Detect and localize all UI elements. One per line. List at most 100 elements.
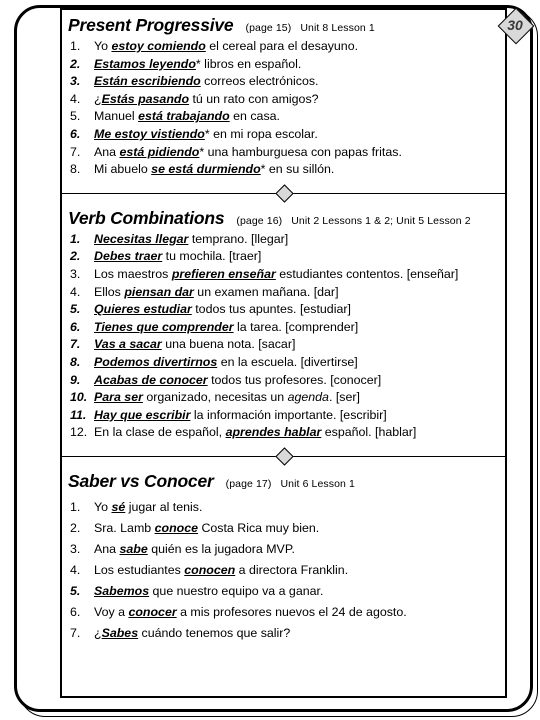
item-text: Los maestros prefieren enseñar estudiant… — [94, 266, 499, 284]
verb-phrase: conocer — [128, 604, 177, 619]
section-divider — [62, 447, 505, 466]
item-text: Vas a sacar una buena nota. [sacar] — [94, 336, 499, 354]
verb-phrase: está trabajando — [138, 109, 230, 124]
verb-phrase: Estamos leyendo — [94, 56, 196, 71]
item-post: Costa Rica muy bien. — [198, 520, 320, 535]
exercise-list: 1. Yo estoy comiendo el cereal para el de… — [68, 38, 499, 179]
list-item: 9. Acabas de conocer todos tus profesores… — [68, 372, 499, 390]
list-item: 2. Estamos leyendo* libros en español. — [68, 56, 499, 74]
verb-phrase: estoy comiendo — [111, 39, 206, 53]
item-post: quién es la jugadora MVP. — [147, 541, 295, 556]
item-number: 3. — [70, 74, 81, 89]
list-item: 4. Ellos piensan dar un examen mañana. [d… — [68, 284, 499, 302]
item-number: 7. — [70, 144, 81, 159]
verb-phrase: Acabas de conocer — [94, 372, 208, 387]
item-post: español. [hablar] — [321, 425, 417, 440]
item-post: * en mi ropa escolar. — [204, 126, 318, 141]
item-number: 4. — [70, 562, 81, 577]
page-number: 30 — [507, 17, 523, 33]
verb-phrase: Vas a sacar — [94, 337, 162, 352]
item-post: que nuestro equipo va a ganar. — [149, 583, 324, 598]
section-title: Saber vs Conocer — [68, 470, 214, 491]
verb-phrase: Están escribiendo — [94, 74, 201, 89]
item-number: 4. — [70, 91, 81, 106]
item-post: * libros en español. — [195, 56, 302, 71]
item-post: a directora Franklin. — [235, 562, 349, 577]
item-post: * una hamburguesa con papas fritas. — [199, 144, 402, 159]
item-pre: Los maestros — [94, 266, 172, 281]
list-item: 5. Quieres estudiar todos tus apuntes. [e… — [68, 301, 499, 319]
list-item: 6. Voy a conocer a mis profesores nuevos … — [68, 602, 499, 623]
item-number: 2. — [70, 56, 81, 71]
list-item: 3. Los maestros prefieren enseñar estudia… — [68, 266, 499, 284]
item-text: Ellos piensan dar un examen mañana. [dar… — [94, 284, 499, 302]
verb-phrase: prefieren enseñar — [171, 266, 276, 281]
item-pre: Yo — [94, 39, 112, 53]
verb-phrase: Quieres estudiar — [94, 302, 192, 317]
verb-phrase: aprendes hablar — [225, 425, 322, 440]
section-verb-combinations: Verb Combinations (page 16) Unit 2 Lesson… — [62, 203, 505, 444]
verb-phrase: se está durmiendo — [151, 162, 261, 177]
item-post: tu mochila. [traer] — [162, 249, 262, 264]
item-pre: Manuel — [94, 109, 139, 124]
item-number: 5. — [70, 583, 81, 598]
item-number: 6. — [70, 126, 81, 141]
item-number: 4. — [70, 284, 81, 299]
list-item: 1. Necesitas llegar temprano. [llegar] — [68, 231, 499, 249]
item-number: 1. — [70, 499, 81, 514]
item-post: correos electrónicos. — [200, 74, 319, 89]
item-text: Quieres estudiar todos tus apuntes. [est… — [94, 301, 499, 319]
item-number: 6. — [70, 604, 81, 619]
verb-phrase: Necesitas llegar — [94, 231, 189, 246]
item-post: * en su sillón. — [260, 162, 335, 177]
item-text: Podemos divertirnos en la escuela. [dive… — [94, 354, 499, 372]
section-header: Present Progressive (page 15) Unit 8 Less… — [68, 15, 499, 36]
verb-phrase: Tienes que comprender — [94, 319, 234, 334]
section-meta-unit: Unit 2 Lessons 1 & 2; Unit 5 Lesson 2 — [291, 214, 471, 227]
item-post: en la escuela. [divertirse] — [217, 354, 358, 369]
item-text: Sabemos que nuestro equipo va a ganar. — [94, 581, 499, 602]
section-meta-page: (page 17) — [225, 477, 272, 490]
section-meta: (page 15) Unit 8 Lesson 1 — [245, 22, 374, 34]
item-number: 5. — [70, 109, 81, 124]
verb-phrase: Hay que escribir — [94, 407, 191, 422]
verb-phrase: Sabemos — [94, 583, 150, 598]
item-tail: . [ser] — [328, 390, 360, 405]
item-text: En la clase de español, aprendes hablar … — [94, 424, 499, 442]
item-number: 6. — [70, 319, 81, 334]
section-title: Verb Combinations — [68, 207, 225, 228]
item-pre: ¿ — [94, 625, 102, 640]
item-text: Debes traer tu mochila. [traer] — [94, 248, 499, 266]
item-pre: Yo — [94, 499, 112, 514]
verb-phrase: sabe — [119, 541, 148, 556]
section-header: Saber vs Conocer (page 17) Unit 6 Lesson … — [68, 471, 499, 492]
item-post-italic: agenda — [287, 390, 329, 405]
diamond-ornament-icon — [274, 447, 294, 466]
item-text: Necesitas llegar temprano. [llegar] — [94, 231, 499, 249]
item-number: 11. — [70, 407, 87, 422]
item-text: Voy a conocer a mis profesores nuevos el… — [94, 602, 499, 623]
item-number: 8. — [70, 162, 81, 177]
item-post: una buena nota. [sacar] — [161, 337, 296, 352]
item-number: 2. — [70, 520, 81, 535]
exercise-list: 1. Necesitas llegar temprano. [llegar] 2.… — [68, 231, 499, 442]
item-text: ¿Sabes cuándo tenemos que salir? — [94, 623, 499, 644]
item-post: todos tus profesores. [conocer] — [207, 372, 382, 387]
item-post: en casa. — [229, 109, 280, 124]
list-item: 8. Podemos divertirnos en la escuela. [di… — [68, 354, 499, 372]
item-number: 7. — [70, 625, 81, 640]
item-pre: Ana — [94, 144, 120, 159]
verb-phrase: conocen — [184, 562, 236, 577]
item-post: a mis profesores nuevos el 24 de agosto. — [176, 604, 407, 619]
list-item: 6. Me estoy vistiendo* en mi ropa escolar… — [68, 126, 499, 144]
list-item: 3. Están escribiendo correos electrónicos… — [68, 73, 499, 91]
item-number: 12. — [70, 425, 88, 440]
list-item: 3. Ana sabe quién es la jugadora MVP. — [68, 539, 499, 560]
item-text: Están escribiendo correos electrónicos. — [94, 73, 499, 91]
item-text: Me estoy vistiendo* en mi ropa escolar. — [94, 126, 499, 144]
item-post: organizado, necesitas un — [142, 390, 288, 405]
item-text: Yo estoy comiendo el cereal para el desa… — [94, 38, 499, 56]
item-pre: Ana — [94, 541, 120, 556]
list-item: 10. Para ser organizado, necesitas un age… — [68, 389, 499, 407]
item-number: 1. — [70, 39, 81, 53]
